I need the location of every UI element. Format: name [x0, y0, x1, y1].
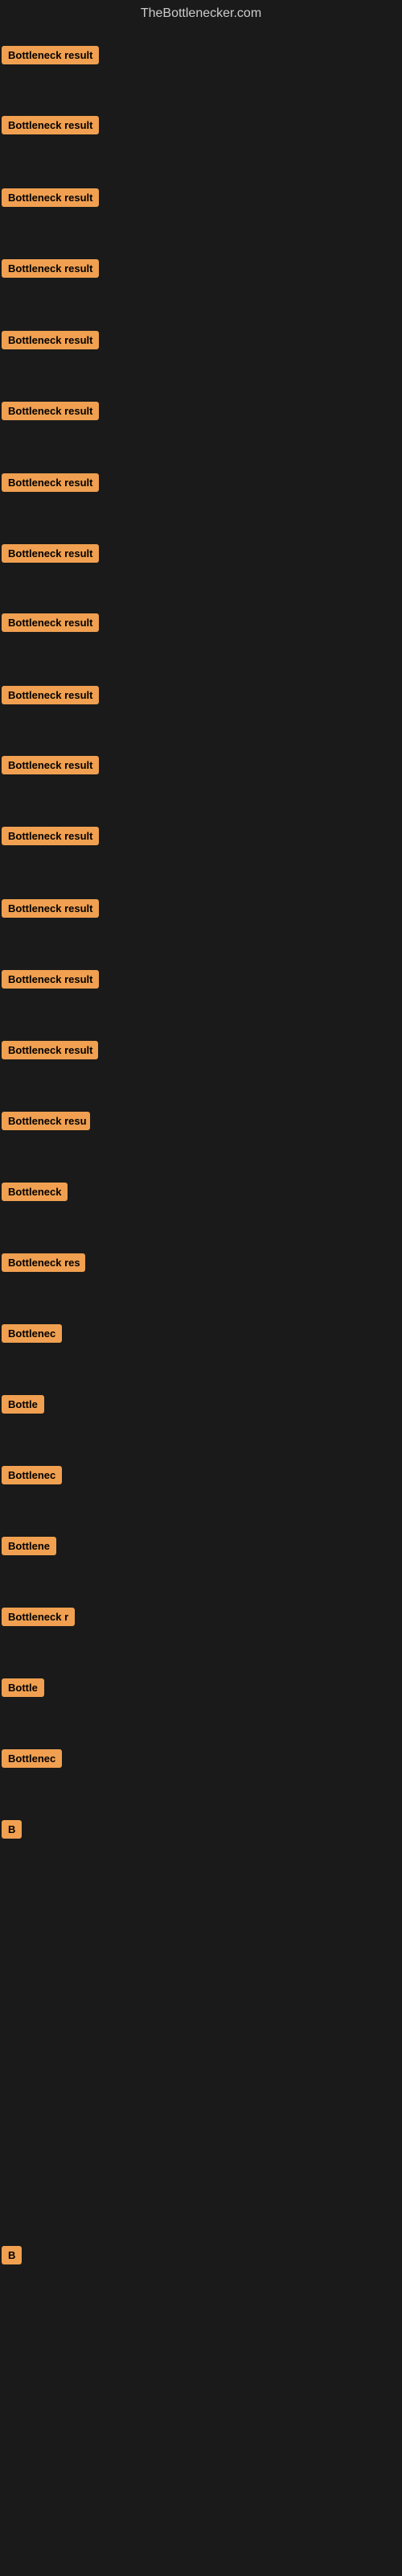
site-title-container: TheBottlenecker.com	[0, 0, 402, 24]
bottleneck-item: Bottleneck result	[2, 331, 99, 353]
bottleneck-badge[interactable]: Bottleneck result	[2, 686, 99, 704]
bottleneck-badge[interactable]: Bottleneck result	[2, 613, 99, 632]
bottleneck-badge[interactable]: B	[2, 1820, 22, 1839]
bottleneck-item: Bottleneck r	[2, 1608, 75, 1630]
bottleneck-badge[interactable]: Bottleneck result	[2, 544, 99, 563]
bottleneck-badge[interactable]: B	[2, 2246, 22, 2264]
bottleneck-item: Bottleneck result	[2, 686, 99, 708]
bottleneck-item: B	[2, 1820, 22, 1843]
bottleneck-badge[interactable]: Bottleneck result	[2, 116, 99, 134]
bottleneck-badge[interactable]: Bottleneck result	[2, 402, 99, 420]
bottleneck-badge[interactable]: Bottle	[2, 1395, 44, 1414]
bottleneck-badge[interactable]: Bottleneck r	[2, 1608, 75, 1626]
bottleneck-item: Bottlenec	[2, 1324, 62, 1347]
bottleneck-item: Bottleneck result	[2, 116, 99, 138]
bottleneck-item: Bottlene	[2, 1537, 56, 1559]
bottleneck-badge[interactable]: Bottle	[2, 1678, 44, 1697]
bottleneck-badge[interactable]: Bottleneck resu	[2, 1112, 90, 1130]
bottleneck-item: Bottleneck result	[2, 473, 99, 496]
bottleneck-item: Bottleneck result	[2, 899, 99, 922]
bottleneck-item: Bottleneck result	[2, 970, 99, 993]
bottleneck-item: Bottle	[2, 1678, 44, 1701]
bottleneck-badge[interactable]: Bottleneck result	[2, 331, 99, 349]
bottleneck-badge[interactable]: Bottleneck result	[2, 259, 99, 278]
bottleneck-badge[interactable]: Bottleneck result	[2, 970, 99, 989]
bottleneck-badge[interactable]: Bottleneck result	[2, 1041, 98, 1059]
bottleneck-item: Bottlenec	[2, 1466, 62, 1488]
bottleneck-badge[interactable]: Bottleneck result	[2, 899, 99, 918]
site-title: TheBottlenecker.com	[0, 0, 402, 24]
bottleneck-badge[interactable]: Bottleneck result	[2, 473, 99, 492]
bottleneck-item: Bottleneck resu	[2, 1112, 90, 1134]
bottleneck-item: Bottleneck	[2, 1183, 68, 1205]
bottleneck-badge[interactable]: Bottlenec	[2, 1466, 62, 1484]
bottleneck-item: Bottleneck result	[2, 1041, 98, 1063]
bottleneck-badge[interactable]: Bottleneck result	[2, 756, 99, 774]
bottleneck-badge[interactable]: Bottlene	[2, 1537, 56, 1555]
bottleneck-item: Bottleneck result	[2, 827, 99, 849]
bottleneck-item: Bottlenec	[2, 1749, 62, 1772]
bottleneck-badge[interactable]: Bottleneck res	[2, 1253, 85, 1272]
bottleneck-item: Bottleneck result	[2, 402, 99, 424]
bottleneck-item: Bottleneck result	[2, 188, 99, 211]
bottleneck-item: Bottleneck result	[2, 613, 99, 636]
bottleneck-badge[interactable]: Bottlenec	[2, 1324, 62, 1343]
bottleneck-badge[interactable]: Bottleneck result	[2, 827, 99, 845]
bottleneck-badge[interactable]: Bottlenec	[2, 1749, 62, 1768]
bottleneck-badge[interactable]: Bottleneck	[2, 1183, 68, 1201]
bottleneck-badge[interactable]: Bottleneck result	[2, 46, 99, 64]
bottleneck-badge[interactable]: Bottleneck result	[2, 188, 99, 207]
bottleneck-item: Bottleneck result	[2, 544, 99, 567]
bottleneck-item: Bottleneck res	[2, 1253, 85, 1276]
bottleneck-item: Bottleneck result	[2, 756, 99, 778]
bottleneck-item: B	[2, 2246, 22, 2268]
bottleneck-item: Bottleneck result	[2, 46, 99, 68]
bottleneck-item: Bottleneck result	[2, 259, 99, 282]
bottleneck-item: Bottle	[2, 1395, 44, 1418]
